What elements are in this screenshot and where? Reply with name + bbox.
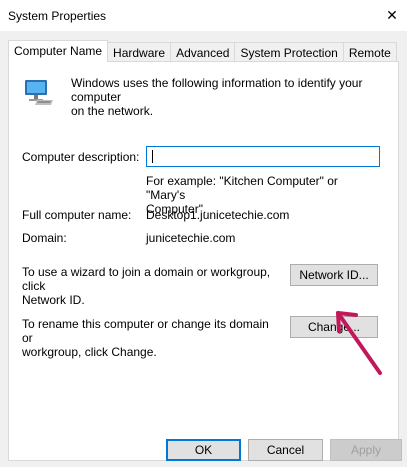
cancel-button[interactable]: Cancel bbox=[248, 439, 323, 461]
window-title: System Properties bbox=[8, 9, 107, 23]
full-computer-name-value: Desktop1.junicetechie.com bbox=[146, 208, 290, 222]
domain-value: junicetechie.com bbox=[146, 231, 236, 245]
network-id-button[interactable]: Network ID... bbox=[290, 264, 378, 286]
ok-button[interactable]: OK bbox=[166, 439, 241, 461]
computer-monitor-icon bbox=[25, 80, 53, 105]
annotation-arrow-icon bbox=[336, 311, 382, 375]
apply-button[interactable]: Apply bbox=[330, 439, 402, 461]
intro-text: Windows uses the following information t… bbox=[71, 76, 371, 118]
wizard-line-2: Network ID. bbox=[22, 293, 85, 307]
wizard-line-1: To use a wizard to join a domain or work… bbox=[22, 265, 271, 293]
full-computer-name-label: Full computer name: bbox=[22, 208, 132, 222]
computer-description-label: Computer description: bbox=[22, 150, 140, 164]
tab-strip: Computer Name Hardware Advanced System P… bbox=[8, 40, 397, 62]
intro-line-1: Windows uses the following information t… bbox=[71, 76, 363, 104]
computer-name-panel: Windows uses the following information t… bbox=[8, 61, 399, 461]
close-icon[interactable]: ✕ bbox=[377, 0, 407, 31]
domain-label: Domain: bbox=[22, 231, 67, 245]
title-bar: System Properties ✕ bbox=[0, 0, 407, 31]
tab-advanced[interactable]: Advanced bbox=[170, 42, 236, 62]
tab-remote[interactable]: Remote bbox=[342, 42, 397, 62]
network-wizard-text: To use a wizard to join a domain or work… bbox=[22, 265, 282, 307]
rename-line-2: workgroup, click Change. bbox=[22, 345, 157, 359]
rename-text: To rename this computer or change its do… bbox=[22, 317, 282, 359]
dialog-body: Computer Name Hardware Advanced System P… bbox=[0, 31, 407, 467]
tab-hardware[interactable]: Hardware bbox=[107, 42, 172, 62]
example-line-1: For example: "Kitchen Computer" or "Mary… bbox=[146, 174, 338, 202]
text-caret bbox=[152, 150, 153, 163]
intro-line-2: on the network. bbox=[71, 104, 154, 118]
rename-line-1: To rename this computer or change its do… bbox=[22, 317, 269, 345]
tab-computer-name[interactable]: Computer Name bbox=[8, 40, 109, 62]
computer-description-input[interactable] bbox=[146, 146, 380, 167]
tab-system-protection[interactable]: System Protection bbox=[234, 42, 344, 62]
